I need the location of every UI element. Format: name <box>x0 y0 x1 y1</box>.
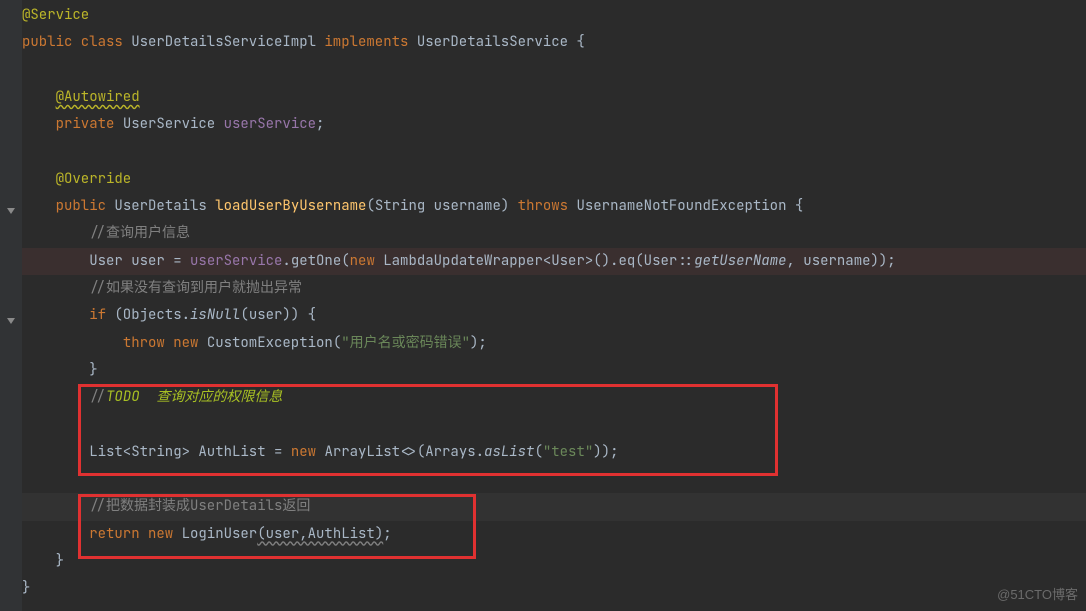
watermark: @51CTO博客 <box>997 582 1078 607</box>
dot: . <box>282 252 290 270</box>
field-name: userService <box>224 115 316 133</box>
class-ref: CustomException <box>207 334 333 352</box>
paren: ); <box>470 334 487 352</box>
string-literal: "用户名或密码错误" <box>341 334 470 352</box>
code-editor[interactable]: @Service public class UserDetailsService… <box>0 0 1086 603</box>
keyword: return new <box>89 525 181 543</box>
string-literal: "test" <box>543 443 593 461</box>
expr: ArrayList<>(Arrays. <box>324 443 484 461</box>
method-name: loadUserByUsername <box>215 197 366 215</box>
indent <box>22 388 89 406</box>
interface-name: UserDetailsService <box>417 33 577 51</box>
return-type: UserDetails <box>114 197 215 215</box>
paren: ( <box>534 443 542 461</box>
static-method: isNull <box>190 306 240 324</box>
keyword: private <box>56 115 123 133</box>
semi: ; <box>316 115 324 133</box>
param-name: username <box>434 197 501 215</box>
static-method: asList <box>484 443 534 461</box>
expr: (user)) { <box>240 306 316 324</box>
type: UserService <box>123 115 224 133</box>
var-decl: User user <box>89 252 173 270</box>
brace: } <box>56 552 64 570</box>
var-decl: List<String> AuthList <box>89 443 274 461</box>
indent <box>22 306 89 324</box>
paren: )); <box>593 443 618 461</box>
annotation: @Override <box>56 170 132 188</box>
semi: ; <box>383 525 391 543</box>
class-ref: LoginUser <box>182 525 258 543</box>
keyword: throws <box>518 197 577 215</box>
comment: //如果没有查询到用户就抛出异常 <box>89 279 302 297</box>
indent <box>22 443 89 461</box>
method-ref: getUserName <box>694 252 786 270</box>
keyword: throw new <box>123 334 207 352</box>
expr: (Objects. <box>114 306 190 324</box>
indent <box>22 552 56 570</box>
method-call: eq <box>618 252 635 270</box>
brace: { <box>576 33 584 51</box>
generics: <User>(). <box>543 252 619 270</box>
args: (User <box>635 252 677 270</box>
brace: } <box>22 579 30 597</box>
method-ref-op: :: <box>677 252 694 270</box>
method-call: getOne <box>291 252 341 270</box>
indent <box>22 115 56 133</box>
brace: } <box>89 361 97 379</box>
args: , username)); <box>787 252 896 270</box>
indent <box>22 279 89 297</box>
indent <box>22 497 89 515</box>
paren: ) <box>501 197 518 215</box>
comment: //把数据封装成UserDetails返回 <box>89 497 310 515</box>
paren: ( <box>333 334 341 352</box>
brace: { <box>795 197 803 215</box>
comment-marker: // <box>89 388 106 406</box>
field-ref: userService <box>190 252 282 270</box>
exception-type: UsernameNotFoundException <box>576 197 794 215</box>
indent <box>22 525 89 543</box>
indent <box>22 361 89 379</box>
indent <box>22 252 89 270</box>
indent <box>22 88 56 106</box>
indent <box>22 224 89 242</box>
paren: ( <box>366 197 374 215</box>
paren: ( <box>341 252 349 270</box>
op: = <box>274 443 291 461</box>
keyword: if <box>89 306 114 324</box>
keyword: new <box>291 443 325 461</box>
ctor-args: (user,AuthList) <box>257 525 383 543</box>
comment: //查询用户信息 <box>89 224 190 242</box>
keyword: new <box>350 252 384 270</box>
keyword: implements <box>324 33 416 51</box>
class-name: UserDetailsServiceImpl <box>131 33 324 51</box>
annotation: @Autowired <box>56 88 140 106</box>
keyword: public <box>56 197 115 215</box>
class-ref: LambdaUpdateWrapper <box>383 252 543 270</box>
keyword: public class <box>22 33 131 51</box>
todo-comment: TODO 查询对应的权限信息 <box>106 388 282 406</box>
op: = <box>173 252 190 270</box>
indent <box>22 197 56 215</box>
indent <box>22 170 56 188</box>
param-type: String <box>375 197 434 215</box>
indent <box>22 334 123 352</box>
annotation: @Service <box>22 6 89 24</box>
